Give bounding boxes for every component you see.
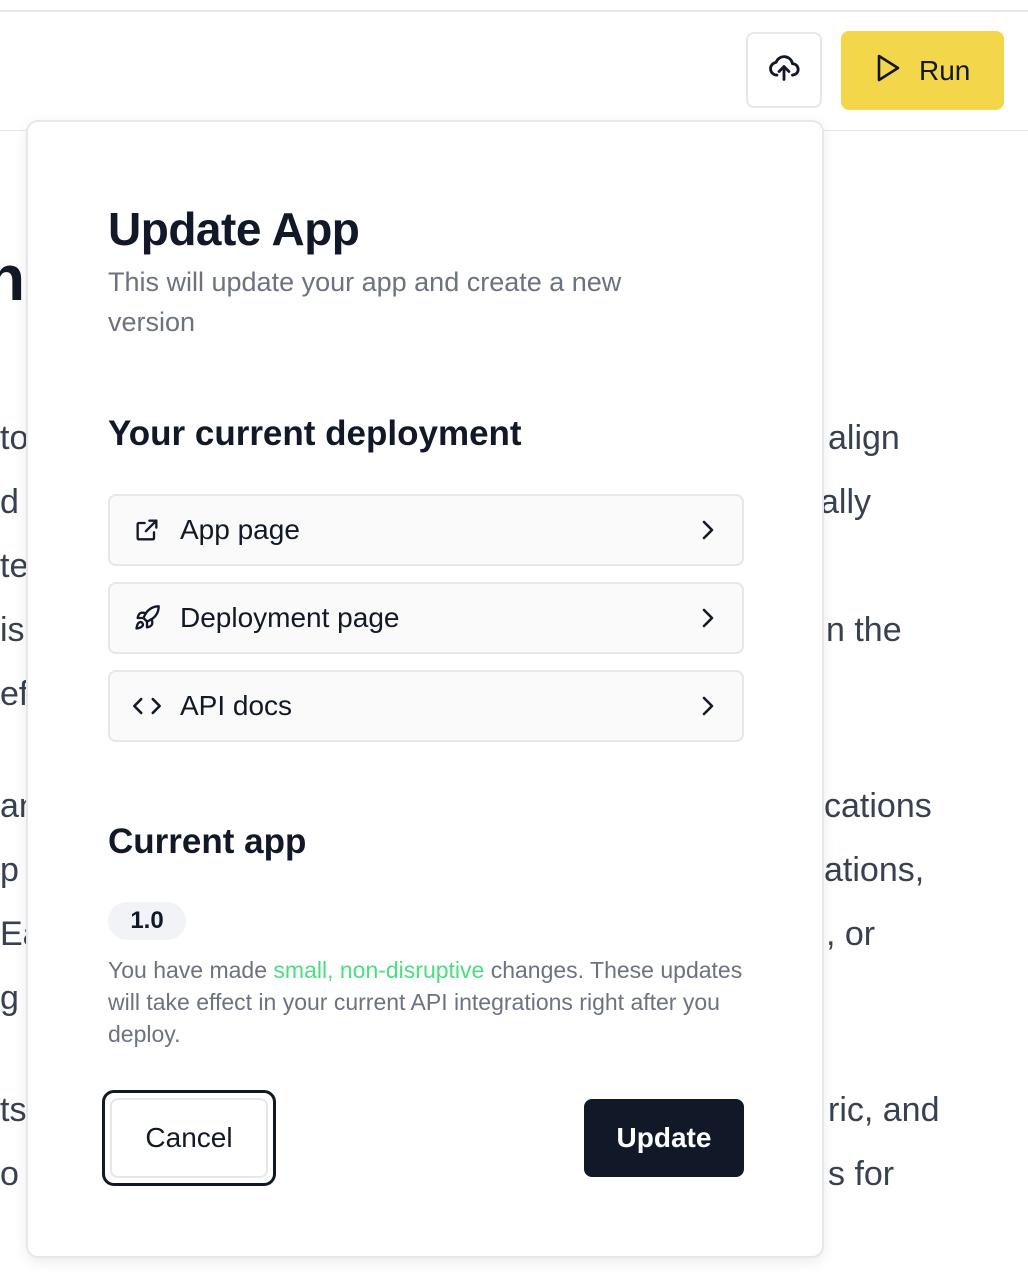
chevron-right-icon (698, 604, 718, 632)
background-text-fragment: d (0, 483, 19, 521)
background-text-fragment: to (0, 419, 26, 457)
external-link-icon (132, 515, 162, 545)
api-docs-link[interactable]: API docs (108, 670, 744, 742)
background-heading-fragment: n' (0, 246, 28, 310)
modal-title: Update App (108, 203, 360, 255)
rocket-icon (132, 603, 162, 633)
top-border (0, 10, 1028, 12)
play-icon (875, 53, 901, 88)
chevron-right-icon (698, 516, 718, 544)
update-button[interactable]: Update (584, 1099, 744, 1177)
code-icon (132, 691, 162, 721)
background-text-fragment: align (828, 419, 900, 457)
cancel-label: Cancel (110, 1098, 268, 1178)
chevron-right-icon (698, 692, 718, 720)
link-label: App page (180, 514, 300, 545)
background-text-fragment: o (0, 1155, 19, 1193)
background-text-fragment: an (0, 787, 26, 825)
cancel-button[interactable]: Cancel (102, 1090, 276, 1186)
version-badge: 1.0 (108, 902, 186, 940)
background-text-fragment: is (0, 611, 25, 649)
deployment-section-title: Your current deployment (108, 414, 522, 453)
cloud-upload-icon (767, 51, 801, 90)
background-text-fragment: Ea (0, 915, 26, 953)
background-text-fragment: ts (0, 1091, 26, 1129)
link-label: API docs (180, 690, 293, 721)
run-button[interactable]: Run (841, 31, 1004, 110)
background-text-fragment: te (0, 547, 26, 585)
run-label: Run (919, 54, 971, 86)
deployment-page-link[interactable]: Deployment page (108, 582, 744, 654)
background-text-fragment: g (0, 979, 19, 1017)
current-app-title: Current app (108, 822, 307, 861)
background-text-fragment: ations, (824, 851, 925, 889)
update-note: You have made small, non-disruptive chan… (108, 954, 748, 1050)
publish-button[interactable] (746, 32, 822, 108)
background-text-fragment: eff (0, 675, 26, 713)
background-text-fragment: p (0, 851, 19, 889)
background-text-fragment: ric, and (828, 1091, 940, 1129)
note-prefix: You have made (108, 957, 274, 983)
app-page-link[interactable]: App page (108, 494, 744, 566)
update-app-modal: Update App This will update your app and… (26, 120, 824, 1258)
background-text-fragment: s for (828, 1155, 895, 1193)
note-highlight: small, non-disruptive (273, 957, 485, 983)
background-text-fragment: cations (824, 787, 932, 825)
background-text-fragment: , or (826, 915, 876, 953)
background-text-fragment: n the (826, 611, 902, 649)
modal-subtitle: This will update your app and create a n… (108, 267, 622, 337)
link-label: Deployment page (180, 602, 400, 633)
background-text-fragment: ally (820, 483, 872, 521)
